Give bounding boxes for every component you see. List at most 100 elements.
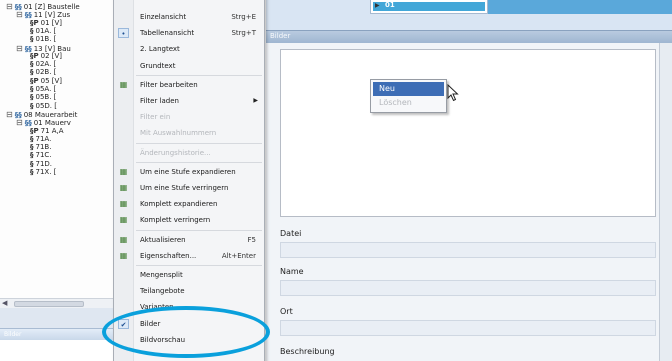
right-tree[interactable]: ▶ 01: [370, 0, 488, 14]
menu-command-icon: ▦: [119, 166, 128, 176]
menu-item[interactable]: Filter ein: [114, 109, 264, 125]
field-label-datei: Datei: [280, 229, 302, 238]
tree-row-label: 05B. [: [35, 93, 57, 102]
menu-item[interactable]: Mit Auswahlnummern: [114, 125, 264, 141]
image-context-menu[interactable]: Neu Löschen: [370, 79, 447, 113]
highlight-ellipse: [102, 306, 270, 358]
checkmark-icon: •: [118, 28, 129, 39]
tree-node-icon: §: [30, 101, 34, 110]
menu-item-label: 2. Langtext: [140, 45, 180, 54]
tree-node-icon: §: [30, 151, 34, 160]
menu-item-label: Komplett verringern: [140, 216, 211, 225]
menu-item-label: Komplett expandieren: [140, 200, 218, 209]
tree-node-icon: §: [30, 85, 34, 93]
tree-row-label: 05D. [: [35, 101, 57, 110]
mouse-cursor-icon: [447, 84, 459, 102]
bottom-panel-title: Bilder: [0, 328, 118, 340]
menu-item[interactable]: 2. Langtext: [114, 41, 264, 57]
menu-item-label: Filter bearbeiten: [140, 80, 198, 89]
scroll-left-icon[interactable]: ◀: [2, 299, 7, 307]
tree-row-label: 02 [V]: [40, 51, 63, 60]
menu-separator: [136, 265, 262, 266]
name-field[interactable]: [280, 280, 656, 296]
menu-item-label: Eigenschaften...: [140, 251, 197, 260]
collapse-icon[interactable]: ⊟: [6, 2, 13, 11]
menu-item[interactable]: ▦ Aktualisieren F5: [114, 232, 264, 248]
tree-horizontal-scrollbar[interactable]: ◀: [0, 298, 118, 308]
tree-row-label: 71X. [: [35, 168, 57, 176]
menu-item-shortcut: F5: [247, 235, 256, 244]
menu-command-icon: ▦: [119, 79, 128, 89]
field-label-beschreibung: Beschreibung: [280, 347, 335, 356]
bilder-panel-scrollbar[interactable]: [659, 43, 672, 361]
tree-row[interactable]: § 71X. [: [30, 168, 56, 177]
menu-command-icon: ▦: [119, 250, 128, 260]
tree-node-icon: §P: [30, 18, 39, 27]
bilder-panel-header: Bilder: [266, 30, 672, 43]
menu-item-label: Mengensplit: [140, 271, 183, 279]
submenu-arrow-icon: ▶: [253, 97, 258, 104]
tree-row-label: 01A. [: [35, 26, 57, 35]
menu-item[interactable]: ▦ Um eine Stufe verringern: [114, 180, 264, 196]
menu-item-label: Filter ein: [140, 113, 171, 122]
menu-item[interactable]: Grundtext: [114, 58, 264, 74]
image-preview-area[interactable]: [280, 49, 656, 217]
tree-node-icon: §P: [30, 76, 39, 85]
field-label-ort: Ort: [280, 307, 293, 316]
tree-row-label: 71 A,A: [40, 126, 64, 135]
menu-item[interactable]: ▦ Eigenschaften... Alt+Enter: [114, 248, 264, 264]
menu-item[interactable]: ▦ Filter bearbeiten: [114, 77, 264, 93]
collapse-icon[interactable]: ⊟: [6, 110, 13, 119]
menu-separator: [136, 74, 262, 76]
ort-field[interactable]: [280, 320, 656, 336]
menu-item[interactable]: ▦ Komplett verringern: [114, 212, 264, 228]
tree-row-label: 01B. [: [35, 35, 57, 44]
tree-row-label: 01 [V]: [40, 18, 63, 27]
menu-item-label: Um eine Stufe verringern: [140, 184, 229, 192]
scrollbar-thumb[interactable]: [14, 301, 84, 307]
menu-separator: [136, 229, 262, 231]
tree-row-label: 71A.: [35, 134, 52, 143]
project-tree[interactable]: ⊟ §§ 01 [Z] Baustelle ⊟ §§ 11 [V] Zus §P 01 [V]…: [0, 0, 118, 300]
menu-item-label: Änderungshistorie...: [140, 148, 211, 157]
expand-arrow-icon[interactable]: ▶: [375, 2, 380, 9]
tree-node-icon: §P: [30, 126, 39, 135]
menu-item[interactable]: ▦ Komplett expandieren: [114, 196, 264, 212]
tree-node-icon: §: [30, 35, 34, 44]
tree-node-icon: §: [30, 60, 34, 69]
menu-item[interactable]: Einzelansicht Strg+E: [114, 9, 264, 25]
collapse-icon[interactable]: ⊟: [16, 44, 23, 53]
menu-separator: [136, 142, 262, 144]
menu-item-shortcut: Strg+T: [231, 29, 256, 38]
right-tree-selected-label: 01: [385, 1, 395, 9]
tree-node-icon: §: [30, 93, 34, 102]
menu-item[interactable]: Filter laden ▶: [114, 93, 264, 109]
tree-node-icon: §: [30, 168, 34, 176]
menu-separator: [136, 161, 262, 163]
tree-row-label: 02B. [: [35, 68, 57, 77]
menu-item[interactable]: Teilangebote: [114, 283, 264, 299]
tree-node-icon: §: [30, 26, 34, 35]
collapse-icon[interactable]: ⊟: [16, 118, 23, 127]
menu-item-label: Filter laden: [140, 97, 179, 105]
tree-node-icon: §: [30, 68, 34, 77]
tree-row-label: 05A. [: [35, 85, 57, 93]
menu-item[interactable]: Mengensplit: [114, 267, 264, 283]
tree-row-label: 71B.: [35, 143, 52, 152]
tree-node-icon: §: [30, 143, 34, 152]
bilder-panel-title: Bilder: [270, 32, 291, 40]
menu-item-label: Grundtext: [140, 61, 176, 70]
menu-item-neu[interactable]: Neu: [373, 82, 444, 96]
menu-command-icon: ▦: [119, 234, 128, 244]
collapse-icon[interactable]: ⊟: [16, 10, 23, 19]
tree-row-label: 05 [V]: [40, 76, 63, 85]
menu-item[interactable]: Änderungshistorie...: [114, 145, 264, 161]
menu-item-shortcut: Strg+E: [231, 13, 256, 21]
menu-item[interactable]: • Tabellenansicht Strg+T: [114, 25, 264, 41]
field-label-name: Name: [280, 267, 304, 276]
menu-item-loeschen[interactable]: Löschen: [373, 96, 444, 110]
datei-field[interactable]: [280, 242, 656, 258]
tree-row-label: 71D.: [35, 159, 53, 168]
tree-row-label: 71C.: [35, 151, 52, 160]
menu-item[interactable]: ▦ Um eine Stufe expandieren: [114, 164, 264, 180]
